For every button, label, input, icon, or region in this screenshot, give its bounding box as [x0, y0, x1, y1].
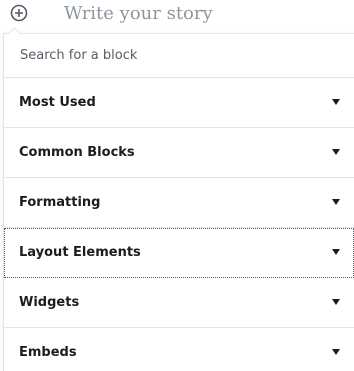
- block-search-input[interactable]: [4, 34, 354, 77]
- triangle-down-icon: [332, 99, 340, 105]
- triangle-down-icon: [332, 149, 340, 155]
- panel-common-blocks[interactable]: Common Blocks: [4, 128, 354, 178]
- panel-label: Common Blocks: [19, 145, 135, 160]
- editor-row: Write your story: [0, 0, 354, 30]
- block-inserter-popover: Most Used Common Blocks Formatting Layou…: [3, 33, 354, 371]
- block-search: [4, 34, 354, 78]
- panel-label: Formatting: [19, 195, 101, 210]
- triangle-down-icon: [332, 299, 340, 305]
- triangle-down-icon: [332, 199, 340, 205]
- story-placeholder[interactable]: Write your story: [64, 2, 213, 26]
- panel-widgets[interactable]: Widgets: [4, 278, 354, 328]
- panel-embeds[interactable]: Embeds: [4, 328, 354, 371]
- panel-label: Widgets: [19, 295, 80, 310]
- panel-label: Embeds: [19, 345, 77, 360]
- triangle-down-icon: [332, 249, 340, 255]
- panel-label: Most Used: [19, 95, 96, 110]
- add-block-icon[interactable]: [10, 4, 28, 22]
- triangle-down-icon: [332, 349, 340, 355]
- panel-most-used[interactable]: Most Used: [4, 78, 354, 128]
- panel-label: Layout Elements: [19, 245, 141, 260]
- panel-layout-elements[interactable]: Layout Elements: [4, 228, 354, 278]
- panel-formatting[interactable]: Formatting: [4, 178, 354, 228]
